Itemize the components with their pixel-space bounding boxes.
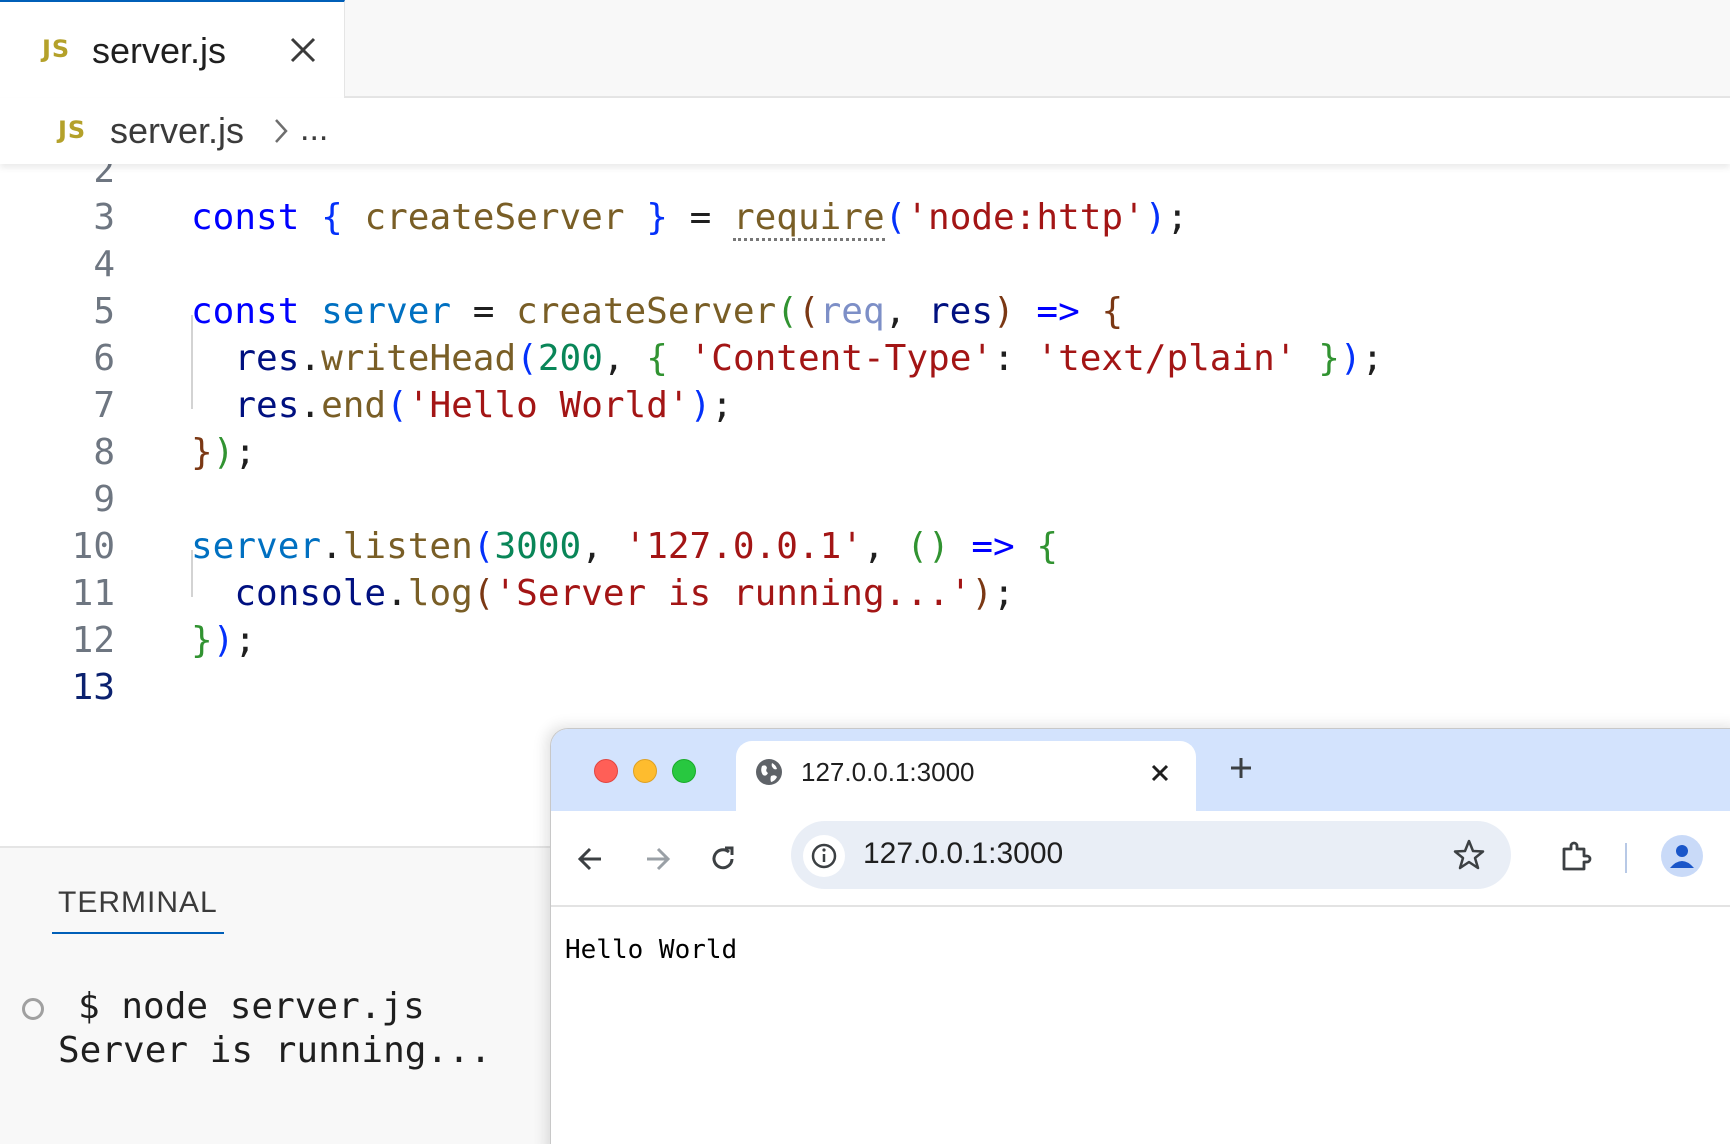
code-line[interactable]: 13 <box>0 661 1730 713</box>
browser-tab-strip: 127.0.0.1:3000 <box>551 729 1730 813</box>
tab-terminal[interactable]: TERMINAL <box>58 886 218 920</box>
line-number: 9 <box>93 479 115 520</box>
code-text: res.writeHead(200, { 'Content-Type': 'te… <box>234 338 1384 379</box>
active-tab-indicator <box>52 932 224 934</box>
browser-page-content: Hello World <box>551 907 1730 1144</box>
code-line[interactable]: 5 const server = createServer((req, res) … <box>0 285 1730 337</box>
line-number: 10 <box>71 526 115 567</box>
line-number: 3 <box>93 197 115 238</box>
profile-avatar[interactable] <box>1661 835 1703 877</box>
code-line[interactable]: 6 res.writeHead(200, { 'Content-Type': '… <box>0 332 1730 384</box>
user-icon <box>1670 845 1694 868</box>
javascript-file-icon: JS <box>42 35 71 63</box>
browser-toolbar: 127.0.0.1:3000 <box>551 811 1730 907</box>
close-tab-icon[interactable] <box>1148 761 1172 785</box>
address-bar[interactable]: 127.0.0.1:3000 <box>791 821 1511 889</box>
chevron-right-icon <box>275 119 288 143</box>
site-info-button[interactable] <box>803 835 845 877</box>
page-text: Hello World <box>565 935 738 965</box>
line-number: 5 <box>93 291 115 332</box>
code-text: }); <box>191 620 257 661</box>
info-icon <box>811 843 837 869</box>
line-number: 13 <box>71 667 115 708</box>
breadcrumb: JS server.js ... <box>0 98 1730 164</box>
line-number: 12 <box>71 620 115 661</box>
terminal-output: Server is running... <box>58 1030 492 1071</box>
line-number: 8 <box>93 432 115 473</box>
code-line[interactable]: 4 <box>0 238 1730 290</box>
line-number: 2 <box>93 164 115 191</box>
terminal-command: $ node server.js <box>78 986 425 1027</box>
close-icon[interactable] <box>285 32 321 68</box>
editor-tab-server-js[interactable]: JS server.js <box>0 0 345 98</box>
minimize-window-button[interactable] <box>633 759 657 783</box>
code-line[interactable]: 7 res.end('Hello World'); <box>0 379 1730 431</box>
breadcrumb-file[interactable]: server.js <box>110 110 244 152</box>
globe-icon <box>756 759 782 785</box>
back-arrow-icon[interactable] <box>573 841 609 877</box>
toolbar-divider <box>1625 843 1627 873</box>
code-text: const server = createServer((req, res) =… <box>191 291 1124 332</box>
zoom-window-button[interactable] <box>672 759 696 783</box>
url-text[interactable]: 127.0.0.1:3000 <box>863 837 1063 871</box>
editor-tab-label: server.js <box>92 30 227 71</box>
close-window-button[interactable] <box>594 759 618 783</box>
line-number: 4 <box>93 244 115 285</box>
bookmark-star-icon[interactable] <box>1451 837 1487 873</box>
new-tab-icon[interactable] <box>1226 753 1256 783</box>
line-number: 11 <box>71 573 115 614</box>
command-status-icon <box>22 998 44 1020</box>
code-line[interactable]: 10 server.listen(3000, '127.0.0.1', () =>… <box>0 520 1730 572</box>
code-text: res.end('Hello World'); <box>234 385 733 426</box>
code-text: console.log('Server is running...'); <box>234 573 1015 614</box>
code-line[interactable]: 12}); <box>0 614 1730 666</box>
line-number: 7 <box>93 385 115 426</box>
terminal-panel[interactable]: TERMINAL $ node server.js Server is runn… <box>0 846 560 1144</box>
forward-arrow-icon[interactable] <box>639 841 675 877</box>
reload-icon[interactable] <box>705 841 741 877</box>
browser-window: 127.0.0.1:3000 127.0.0.1:3000 Hello Worl… <box>550 728 1730 1144</box>
code-line[interactable]: 9 <box>0 473 1730 525</box>
code-line[interactable]: 8}); <box>0 426 1730 478</box>
browser-tab[interactable]: 127.0.0.1:3000 <box>736 741 1196 813</box>
browser-tab-title: 127.0.0.1:3000 <box>801 757 975 787</box>
breadcrumb-symbols[interactable]: ... <box>300 110 328 149</box>
code-line[interactable]: 3 const { createServer } = require('node:… <box>0 191 1730 243</box>
code-text: const { createServer } = require('node:h… <box>191 197 1188 241</box>
editor-tab-bar: JS server.js <box>0 0 1730 98</box>
code-text: server.listen(3000, '127.0.0.1', () => { <box>191 526 1059 567</box>
javascript-file-icon: JS <box>58 116 87 144</box>
extensions-puzzle-icon[interactable] <box>1556 837 1596 877</box>
code-text: }); <box>191 432 257 473</box>
line-number: 6 <box>93 338 115 379</box>
code-line[interactable]: 11 console.log('Server is running...'); <box>0 567 1730 619</box>
